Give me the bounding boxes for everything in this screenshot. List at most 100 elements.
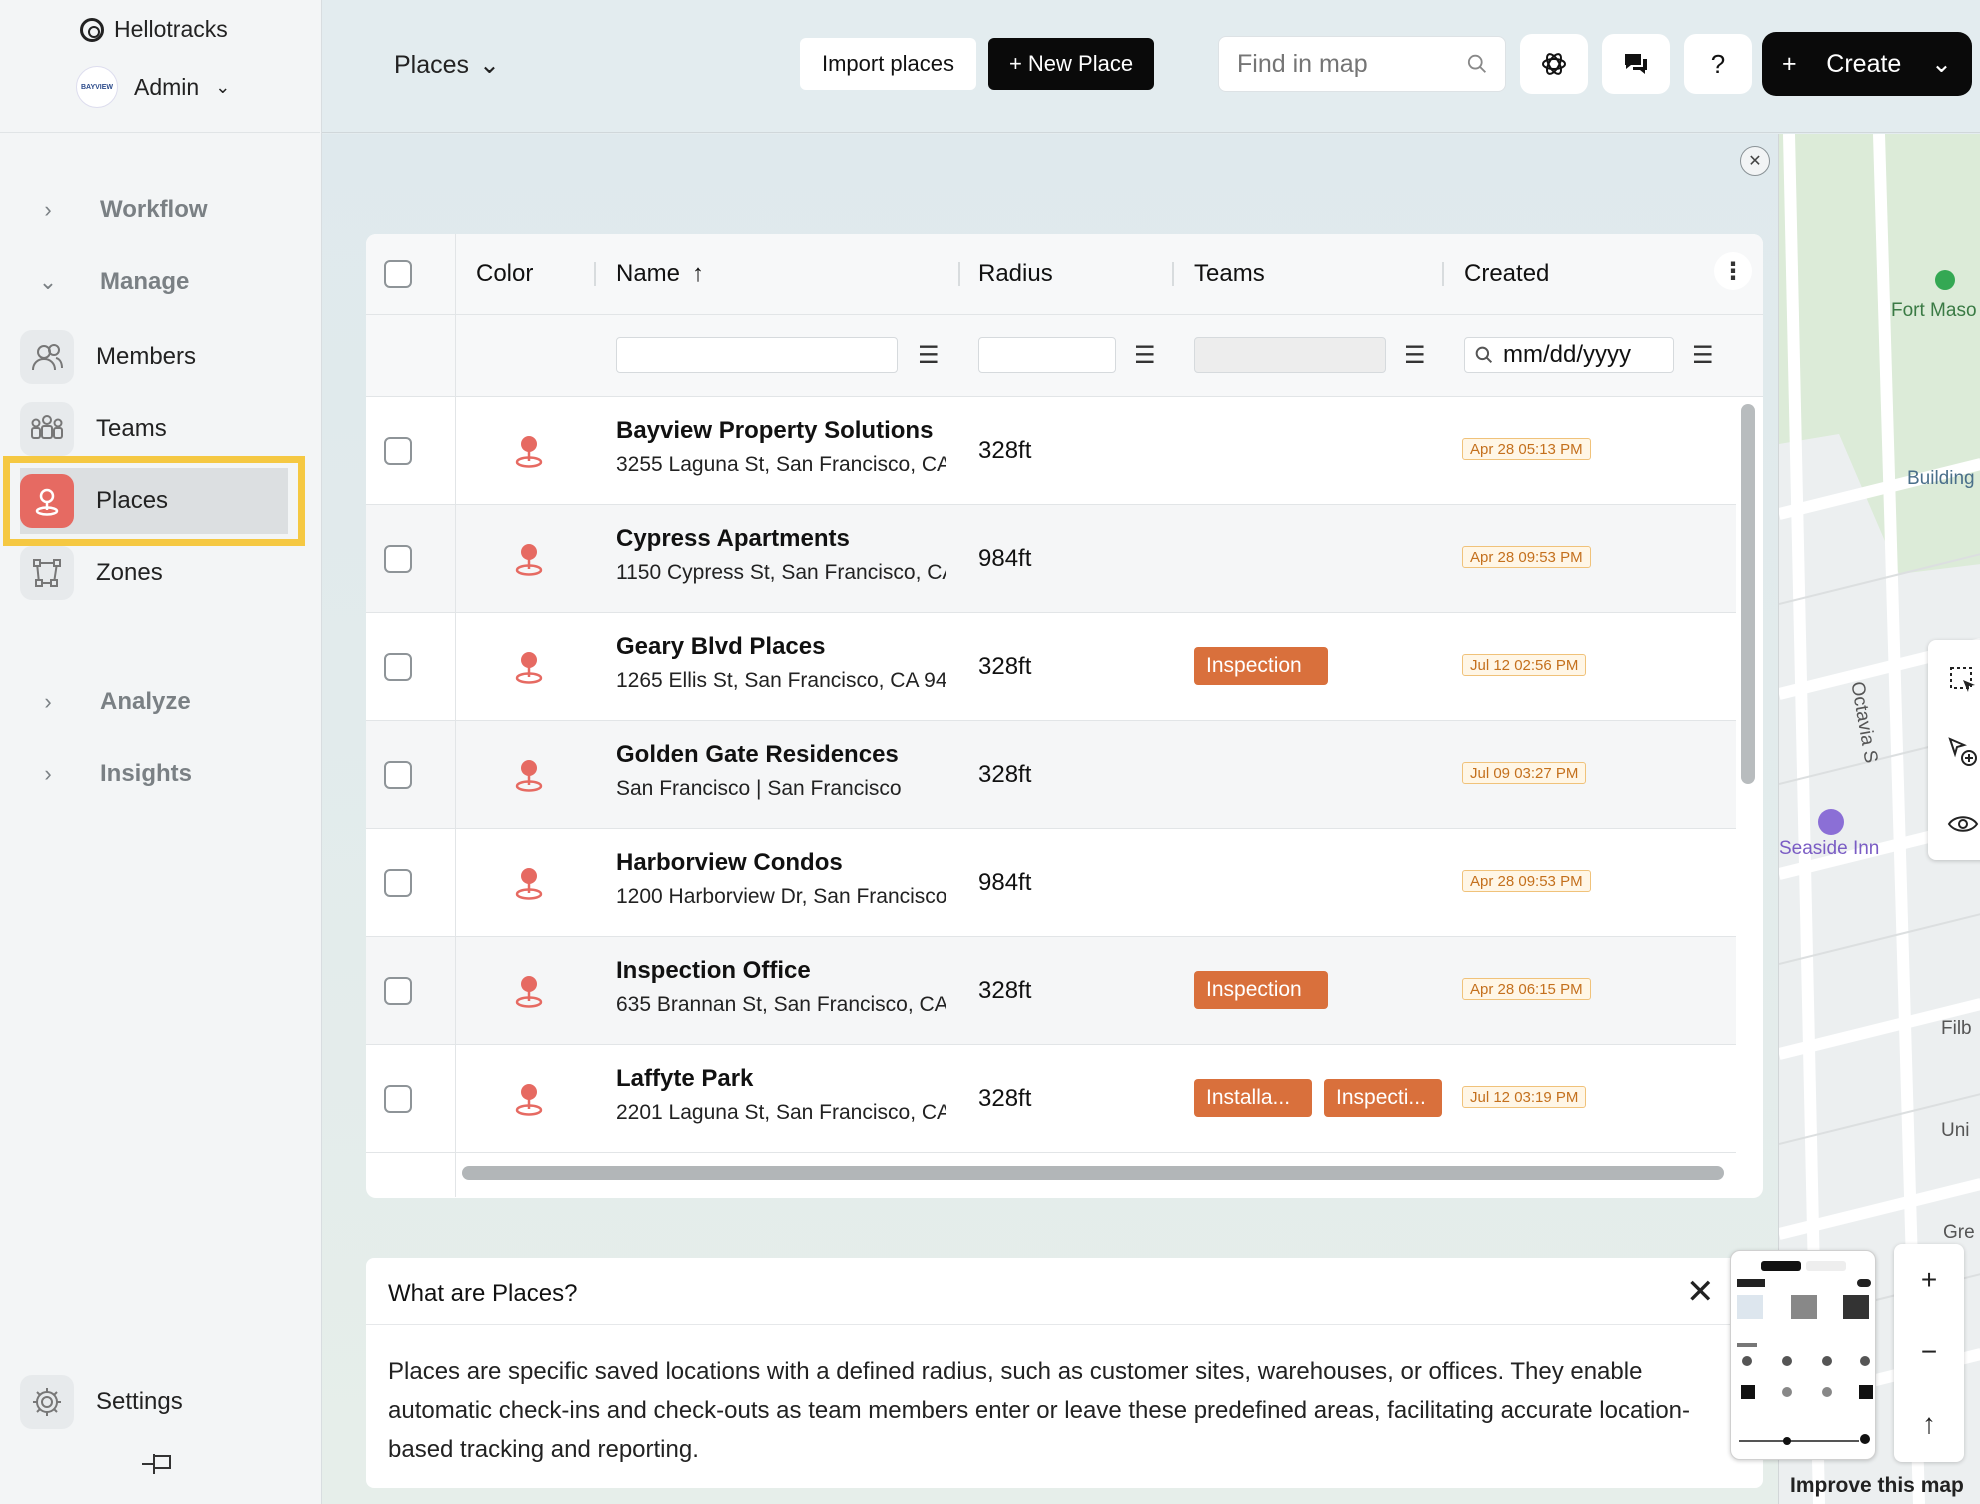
team-tag[interactable]: Installa... (1194, 1079, 1312, 1117)
user-menu[interactable]: BAYVIEW Admin ⌄ (76, 66, 230, 108)
table-row[interactable]: Bayview Property Solutions 3255 Laguna St… (366, 397, 1736, 505)
table-row[interactable]: Inspection Office 635 Brannan St, San Fra… (366, 937, 1736, 1045)
members-icon (20, 330, 74, 384)
chevron-down-icon: ⌄ (479, 51, 500, 79)
eye-icon[interactable] (1928, 788, 1980, 860)
more-options-icon[interactable]: ⋮ (1714, 252, 1752, 290)
sidebar-item-label: Teams (96, 415, 167, 442)
row-checkbox[interactable] (384, 977, 412, 1005)
place-pin-icon (512, 1081, 546, 1122)
place-name[interactable]: Cypress Apartments (616, 525, 946, 553)
search-input[interactable] (1237, 49, 1467, 79)
row-checkbox[interactable] (384, 761, 412, 789)
add-point-icon[interactable] (1928, 716, 1980, 788)
ai-assistant-button[interactable] (1520, 34, 1588, 94)
created-date-badge: Jul 12 02:56 PM (1462, 654, 1587, 676)
find-in-map-search[interactable] (1218, 36, 1506, 92)
team-tag[interactable]: Inspection (1194, 971, 1328, 1009)
select-area-icon[interactable] (1928, 644, 1980, 716)
vertical-scrollbar[interactable] (1741, 404, 1755, 784)
place-pin-icon (512, 649, 546, 690)
divider (0, 132, 320, 133)
arrow-up-icon[interactable]: ↑ (1894, 1388, 1964, 1460)
main-content: ✕ Color Name ↑ Radius Teams Created ⋮ ☰ … (322, 134, 1778, 1504)
table-row[interactable]: Cypress Apartments 1150 Cypress St, San F… (366, 505, 1736, 613)
filter-icon[interactable]: ☰ (918, 341, 940, 370)
map-label: Uni (1941, 1120, 1970, 1141)
place-name[interactable]: Inspection Office (616, 957, 946, 985)
name-filter-input[interactable] (616, 337, 898, 373)
column-header-color[interactable]: Color (476, 260, 533, 288)
column-separator (594, 262, 596, 286)
place-pin-icon (512, 757, 546, 798)
place-name[interactable]: Harborview Condos (616, 849, 946, 877)
table-row[interactable]: Laffyte Park 2201 Laguna St, San Francisc… (366, 1045, 1736, 1153)
help-button[interactable]: ? (1684, 34, 1752, 94)
column-header-teams[interactable]: Teams (1194, 260, 1265, 288)
import-places-button[interactable]: Import places (800, 38, 976, 90)
new-place-button[interactable]: + New Place (988, 38, 1154, 90)
row-checkbox[interactable] (384, 545, 412, 573)
nav-section-workflow[interactable]: › Workflow (36, 196, 207, 224)
row-checkbox[interactable] (384, 869, 412, 897)
close-icon[interactable]: ✕ (1686, 1272, 1715, 1312)
horizontal-scrollbar[interactable] (462, 1166, 1724, 1180)
improve-map-link[interactable]: Improve this map (1790, 1474, 1964, 1498)
section-label: Manage (100, 268, 190, 295)
nav-section-manage[interactable]: ⌄ Manage (36, 268, 190, 296)
place-name[interactable]: Golden Gate Residences (616, 741, 946, 769)
chat-icon (1625, 54, 1647, 74)
place-name[interactable]: Geary Blvd Places (616, 633, 946, 661)
select-all-checkbox[interactable] (384, 260, 412, 288)
created-date-filter[interactable]: mm/dd/yyyy (1464, 337, 1674, 373)
sidebar-item-settings[interactable]: Settings (20, 1375, 183, 1429)
column-header-radius[interactable]: Radius (978, 260, 1053, 288)
map-label: Gre (1943, 1222, 1975, 1243)
section-label: Analyze (100, 688, 191, 715)
chevron-right-icon: › (44, 689, 52, 714)
chat-button[interactable] (1602, 34, 1670, 94)
chevron-right-icon: › (44, 761, 52, 786)
sidebar-item-members[interactable]: Members (20, 330, 196, 384)
row-checkbox[interactable] (384, 653, 412, 681)
sidebar-item-places[interactable]: Places (3, 456, 305, 546)
table-row[interactable]: Harborview Condos 1200 Harborview Dr, San… (366, 829, 1736, 937)
section-label: Insights (100, 760, 193, 787)
radius-filter-input[interactable] (978, 337, 1116, 373)
column-header-name[interactable]: Name ↑ (616, 260, 704, 288)
sidebar-item-zones[interactable]: Zones (20, 546, 163, 600)
table-row[interactable]: Golden Gate Residences San Francisco | Sa… (366, 721, 1736, 829)
row-checkbox[interactable] (384, 1085, 412, 1113)
pin-sidebar-icon[interactable] (140, 1450, 176, 1485)
settings-label: Settings (96, 1388, 183, 1415)
map-layers-thumbnail[interactable] (1730, 1250, 1876, 1460)
filter-icon[interactable]: ☰ (1134, 341, 1156, 370)
zoom-in-button[interactable]: + (1894, 1244, 1964, 1316)
created-date-badge: Apr 28 09:53 PM (1462, 870, 1591, 892)
column-header-created[interactable]: Created (1464, 260, 1549, 288)
create-button[interactable]: + Create ⌄ (1762, 32, 1972, 96)
hellotracks-logo-icon (80, 17, 104, 42)
filter-icon[interactable]: ☰ (1404, 341, 1426, 370)
filter-icon[interactable]: ☰ (1692, 341, 1714, 370)
page-title-dropdown[interactable]: Places ⌄ (394, 50, 500, 80)
team-tag[interactable]: Inspection (1194, 647, 1328, 685)
sidebar-item-teams[interactable]: Teams (20, 402, 167, 456)
nav-section-insights[interactable]: › Insights (36, 760, 192, 788)
place-address: San Francisco | San Francisco (616, 777, 902, 800)
nav-section-analyze[interactable]: › Analyze (36, 688, 191, 716)
place-pin-icon (20, 474, 74, 528)
teams-filter-input[interactable] (1194, 337, 1386, 373)
place-name[interactable]: Laffyte Park (616, 1065, 946, 1093)
zoom-out-button[interactable]: − (1894, 1316, 1964, 1388)
close-panel-button[interactable]: ✕ (1740, 146, 1770, 176)
team-tag[interactable]: Inspecti... (1324, 1079, 1442, 1117)
org-header[interactable]: Hellotracks (80, 16, 228, 43)
column-separator (1172, 262, 1174, 286)
place-name[interactable]: Bayview Property Solutions (616, 417, 946, 445)
place-address: 2201 Laguna St, San Francisco, CA (616, 1101, 946, 1124)
table-row[interactable]: Geary Blvd Places 1265 Ellis St, San Fran… (366, 613, 1736, 721)
row-checkbox[interactable] (384, 437, 412, 465)
place-address: 3255 Laguna St, San Francisco, CA (616, 453, 946, 476)
sidebar: Hellotracks BAYVIEW Admin ⌄ › Workflow ⌄… (0, 0, 322, 1504)
